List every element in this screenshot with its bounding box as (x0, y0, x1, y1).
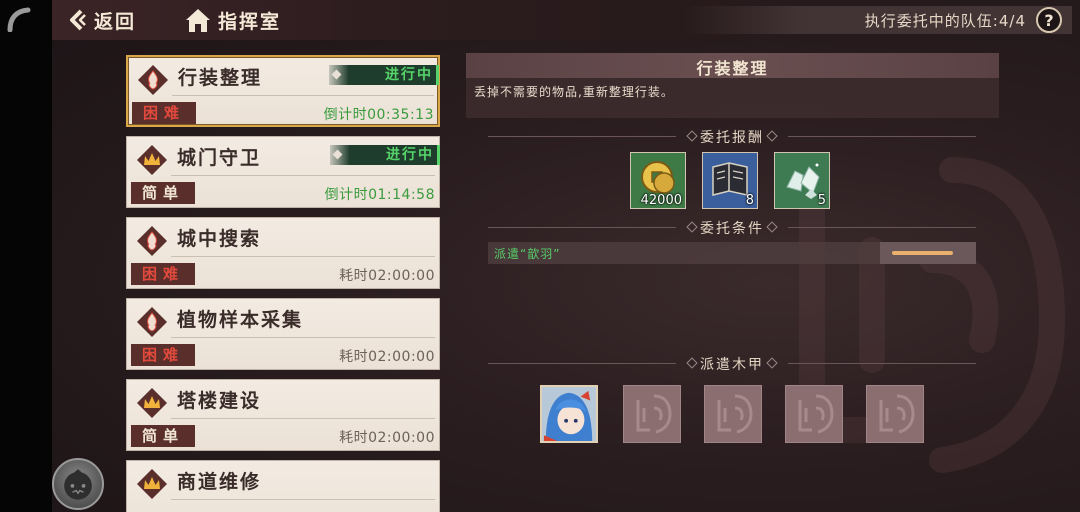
command-room-screen: 返回 指挥室 执行委托中的队伍:4/4 ? 行装整理困难 倒计时00:35:13 进… (52, 0, 1080, 512)
divider-line (788, 227, 976, 228)
team-status-bar: 执行委托中的队伍:4/4 ? (682, 6, 1072, 34)
task-divider (171, 175, 435, 176)
task-name: 行装整理 (178, 67, 263, 89)
diamond-ornament-icon (332, 149, 343, 160)
task-card[interactable]: 塔楼建设简单 耗时02:00:00 (126, 379, 440, 451)
task-list[interactable]: 行装整理 困难 倒计时00:35:13 进行中 城门守卫 简单 倒计时01:14:58 进行中… (124, 55, 442, 512)
task-card[interactable]: 城门守卫简单 倒计时01:14:58 进行中 (126, 136, 440, 208)
team-status-text: 执行委托中的队伍:4/4 (864, 12, 1026, 30)
empty-slot-emblem-icon (879, 394, 915, 434)
left-edge-strip (0, 0, 52, 512)
top-bar: 返回 指挥室 执行委托中的队伍:4/4 ? (52, 0, 1080, 40)
task-time: 耗时02:00:00 (339, 349, 435, 365)
task-name: 植物样本采集 (177, 309, 304, 331)
flame-task-icon (137, 226, 167, 256)
crown-task-icon (137, 388, 167, 418)
task-divider (171, 256, 435, 257)
chat-assistant-button[interactable] (52, 458, 104, 510)
flame-task-icon (137, 307, 167, 337)
task-time: 耗时02:00:00 (339, 430, 435, 446)
reward-item-crystal[interactable]: 5 (774, 152, 830, 209)
assistant-face-icon (64, 469, 92, 500)
dispatch-header-label: 派遣木甲 (700, 357, 764, 373)
reward-count: 42000 (640, 193, 682, 208)
task-card[interactable]: 城中搜索困难 耗时02:00:00 (126, 217, 440, 289)
difficulty-badge: 困难 (132, 102, 196, 124)
condition-text: 派遣“歆羽” (494, 247, 561, 261)
reward-item-book[interactable]: 8 (702, 152, 758, 209)
in-progress-tag: 进行中 (329, 65, 439, 85)
dispatch-slot-empty[interactable] (785, 385, 843, 443)
detail-title: 行装整理 (696, 59, 769, 78)
crown-task-icon (137, 145, 167, 175)
help-button[interactable]: ? (1036, 7, 1062, 33)
reward-count: 5 (817, 193, 826, 208)
condition-progress-bar (880, 242, 976, 264)
in-progress-label: 进行中 (385, 67, 433, 83)
empty-slot-emblem-icon (717, 394, 753, 434)
dispatch-slot-empty[interactable] (866, 385, 924, 443)
empty-slot-emblem-icon (798, 394, 834, 434)
dispatch-slot-empty[interactable] (623, 385, 681, 443)
command-room-title: 指挥室 (218, 10, 282, 33)
question-mark-icon: ? (1044, 10, 1054, 30)
difficulty-badge: 困难 (131, 344, 195, 366)
flame-task-icon (138, 65, 168, 95)
task-time: 倒计时01:14:58 (324, 187, 435, 203)
task-card[interactable]: 行装整理困难 倒计时00:35:13 进行中 (126, 55, 440, 127)
in-progress-label: 进行中 (386, 147, 434, 163)
status-bar-accent (437, 145, 440, 165)
dispatch-section-header: 派遣木甲 (488, 353, 976, 373)
rewards-section-header: 委托报酬 (488, 126, 976, 146)
reward-count: 8 (745, 193, 754, 208)
task-name: 塔楼建设 (177, 390, 262, 412)
character-portrait-icon (542, 387, 596, 441)
divider-line (788, 363, 976, 364)
task-card[interactable]: 植物样本采集困难 耗时02:00:00 (126, 298, 440, 370)
detail-title-bar: 行装整理 (466, 53, 999, 78)
home-icon (186, 9, 210, 32)
task-divider (171, 337, 435, 338)
task-divider (171, 418, 435, 419)
difficulty-badge: 简单 (131, 425, 195, 447)
conditions-header-label: 委托条件 (700, 221, 764, 237)
back-button[interactable]: 返回 (66, 5, 136, 35)
in-progress-tag: 进行中 (330, 145, 440, 165)
detail-description: 丢掉不需要的物品,重新整理行装。 (474, 85, 674, 99)
difficulty-badge: 简单 (131, 182, 195, 204)
status-bar-accent (436, 65, 439, 85)
task-name: 城门守卫 (177, 147, 262, 169)
detail-description-box: 丢掉不需要的物品,重新整理行装。 (466, 78, 999, 118)
condition-row: 派遣“歆羽” (488, 242, 976, 264)
task-time: 倒计时00:35:13 (323, 107, 434, 123)
condition-progress-fill (892, 251, 953, 255)
task-divider (171, 499, 435, 500)
back-label: 返回 (94, 10, 137, 33)
back-arrow-icon (70, 9, 86, 31)
task-name: 商道维修 (177, 471, 262, 493)
conditions-section-header: 委托条件 (488, 217, 976, 237)
dispatch-slot-character[interactable] (540, 385, 598, 443)
task-name: 城中搜索 (177, 228, 262, 250)
difficulty-badge: 困难 (131, 263, 195, 285)
reward-item-coin[interactable]: 42000 (630, 152, 686, 209)
empty-slot-emblem-icon (636, 394, 672, 434)
rewards-header-label: 委托报酬 (700, 130, 764, 146)
crown-task-icon (137, 469, 167, 499)
dispatch-slot-empty[interactable] (704, 385, 762, 443)
task-time: 耗时02:00:00 (339, 268, 435, 284)
diamond-ornament-icon (331, 69, 342, 80)
notch-arc-icon (7, 7, 31, 32)
command-room-button[interactable]: 指挥室 (184, 5, 281, 35)
divider-line (788, 136, 976, 137)
task-divider (172, 95, 434, 96)
task-card[interactable]: 商道维修 (126, 460, 440, 512)
